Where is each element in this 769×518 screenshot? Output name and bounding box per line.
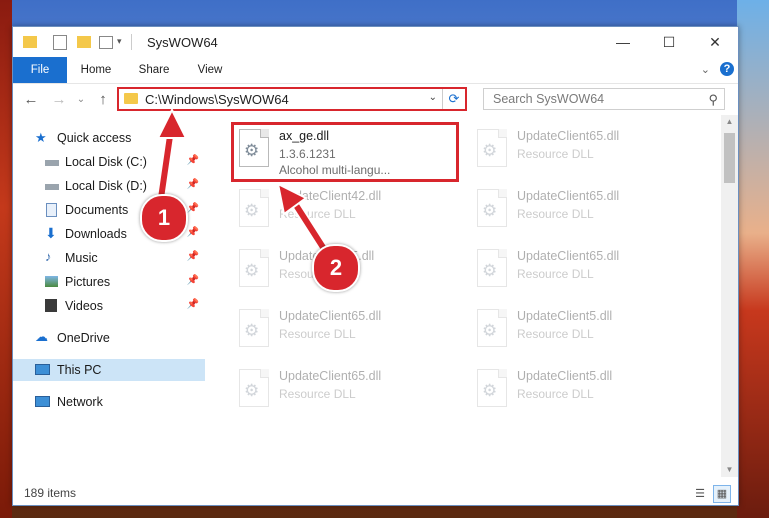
step-2-badge: 2: [312, 244, 360, 292]
step-1-badge: 1: [140, 194, 188, 242]
arrow-2: [291, 199, 329, 255]
annotation-arrows: [155, 107, 331, 257]
arrow-1-head: [156, 107, 188, 139]
